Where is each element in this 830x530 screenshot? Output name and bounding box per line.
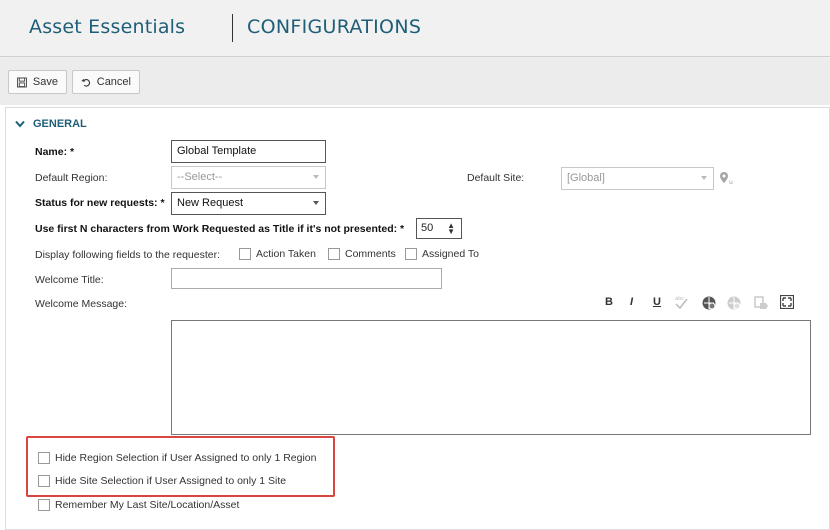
action-taken-checkbox[interactable]: Action Taken xyxy=(239,248,316,260)
first-n-label: Use first N characters from Work Request… xyxy=(35,223,405,235)
svg-text:abc: abc xyxy=(675,296,684,302)
first-n-value: 50 xyxy=(421,222,434,234)
checkbox-box[interactable] xyxy=(38,499,50,511)
default-region-select[interactable]: --Select-- xyxy=(171,166,326,189)
page-title: CONFIGURATIONS xyxy=(247,16,422,38)
first-n-spinner[interactable]: 50 ▲ ▼ xyxy=(416,218,462,239)
status-label: Status for new requests: * xyxy=(35,197,165,209)
save-button[interactable]: Save xyxy=(8,70,67,94)
spinner-arrows-icon[interactable]: ▲ ▼ xyxy=(447,222,455,236)
checkbox-label: Hide Region Selection if User Assigned t… xyxy=(55,452,317,464)
chevron-down-icon xyxy=(701,176,707,180)
highlight-box xyxy=(26,436,335,497)
checkbox-label: Action Taken xyxy=(256,248,316,260)
checkbox-box[interactable] xyxy=(38,475,50,487)
chevron-down-icon xyxy=(313,175,319,179)
floppy-disk-icon xyxy=(17,77,27,87)
checkbox-box[interactable] xyxy=(328,248,340,260)
hide-site-checkbox[interactable]: Hide Site Selection if User Assigned to … xyxy=(38,475,286,487)
default-site-label: Default Site: xyxy=(467,172,525,184)
status-select[interactable]: New Request xyxy=(171,192,326,215)
undo-icon xyxy=(81,78,91,87)
app-header: Asset Essentials CONFIGURATIONS xyxy=(0,0,830,57)
chevron-down-icon xyxy=(313,201,319,205)
comments-checkbox[interactable]: Comments xyxy=(328,248,396,260)
svg-text:u: u xyxy=(729,179,733,185)
default-region-value: --Select-- xyxy=(177,171,223,183)
chevron-down-icon xyxy=(15,120,25,128)
header-divider xyxy=(232,14,233,42)
default-region-label: Default Region: xyxy=(35,172,108,184)
cancel-button-label: Cancel xyxy=(96,76,131,88)
checkbox-box[interactable] xyxy=(405,248,417,260)
welcome-message-editor[interactable] xyxy=(171,320,811,435)
welcome-title-label: Welcome Title: xyxy=(35,274,104,286)
remember-last-site-checkbox[interactable]: Remember My Last Site/Location/Asset xyxy=(38,499,239,511)
checkbox-label: Remember My Last Site/Location/Asset xyxy=(55,499,240,511)
checkbox-label: Hide Site Selection if User Assigned to … xyxy=(55,475,287,487)
italic-button[interactable]: I xyxy=(630,296,633,308)
checkbox-box[interactable] xyxy=(239,248,251,260)
hide-region-checkbox[interactable]: Hide Region Selection if User Assigned t… xyxy=(38,452,317,464)
assigned-to-checkbox[interactable]: Assigned To xyxy=(405,248,479,260)
fullscreen-icon[interactable] xyxy=(780,295,794,309)
checkbox-box[interactable] xyxy=(38,452,50,464)
remove-link-icon[interactable] xyxy=(726,295,742,311)
welcome-message-label: Welcome Message: xyxy=(35,298,128,310)
toolbar: Save Cancel xyxy=(0,58,830,105)
cancel-button[interactable]: Cancel xyxy=(72,70,140,94)
name-label: Name: * xyxy=(35,146,75,158)
underline-button[interactable]: U xyxy=(653,296,661,308)
display-fields-label: Display following fields to the requeste… xyxy=(35,249,221,261)
bold-button[interactable]: B xyxy=(605,296,613,308)
checkbox-label: Assigned To xyxy=(422,248,480,260)
general-section-label: GENERAL xyxy=(33,118,87,130)
default-site-value: [Global] xyxy=(567,172,605,184)
checkbox-label: Comments xyxy=(345,248,396,260)
general-section-toggle[interactable]: GENERAL xyxy=(15,118,87,130)
status-value: New Request xyxy=(177,197,244,209)
location-pin-icon[interactable]: u xyxy=(719,171,735,185)
default-site-select[interactable]: [Global] xyxy=(561,167,714,190)
name-input[interactable]: Global Template xyxy=(171,140,326,163)
spellcheck-icon[interactable]: abc xyxy=(673,294,689,310)
app-title: Asset Essentials xyxy=(29,16,186,38)
save-button-label: Save xyxy=(32,76,58,88)
welcome-title-input[interactable] xyxy=(171,268,442,289)
insert-link-icon[interactable] xyxy=(701,295,717,311)
paste-format-icon[interactable] xyxy=(753,295,769,311)
